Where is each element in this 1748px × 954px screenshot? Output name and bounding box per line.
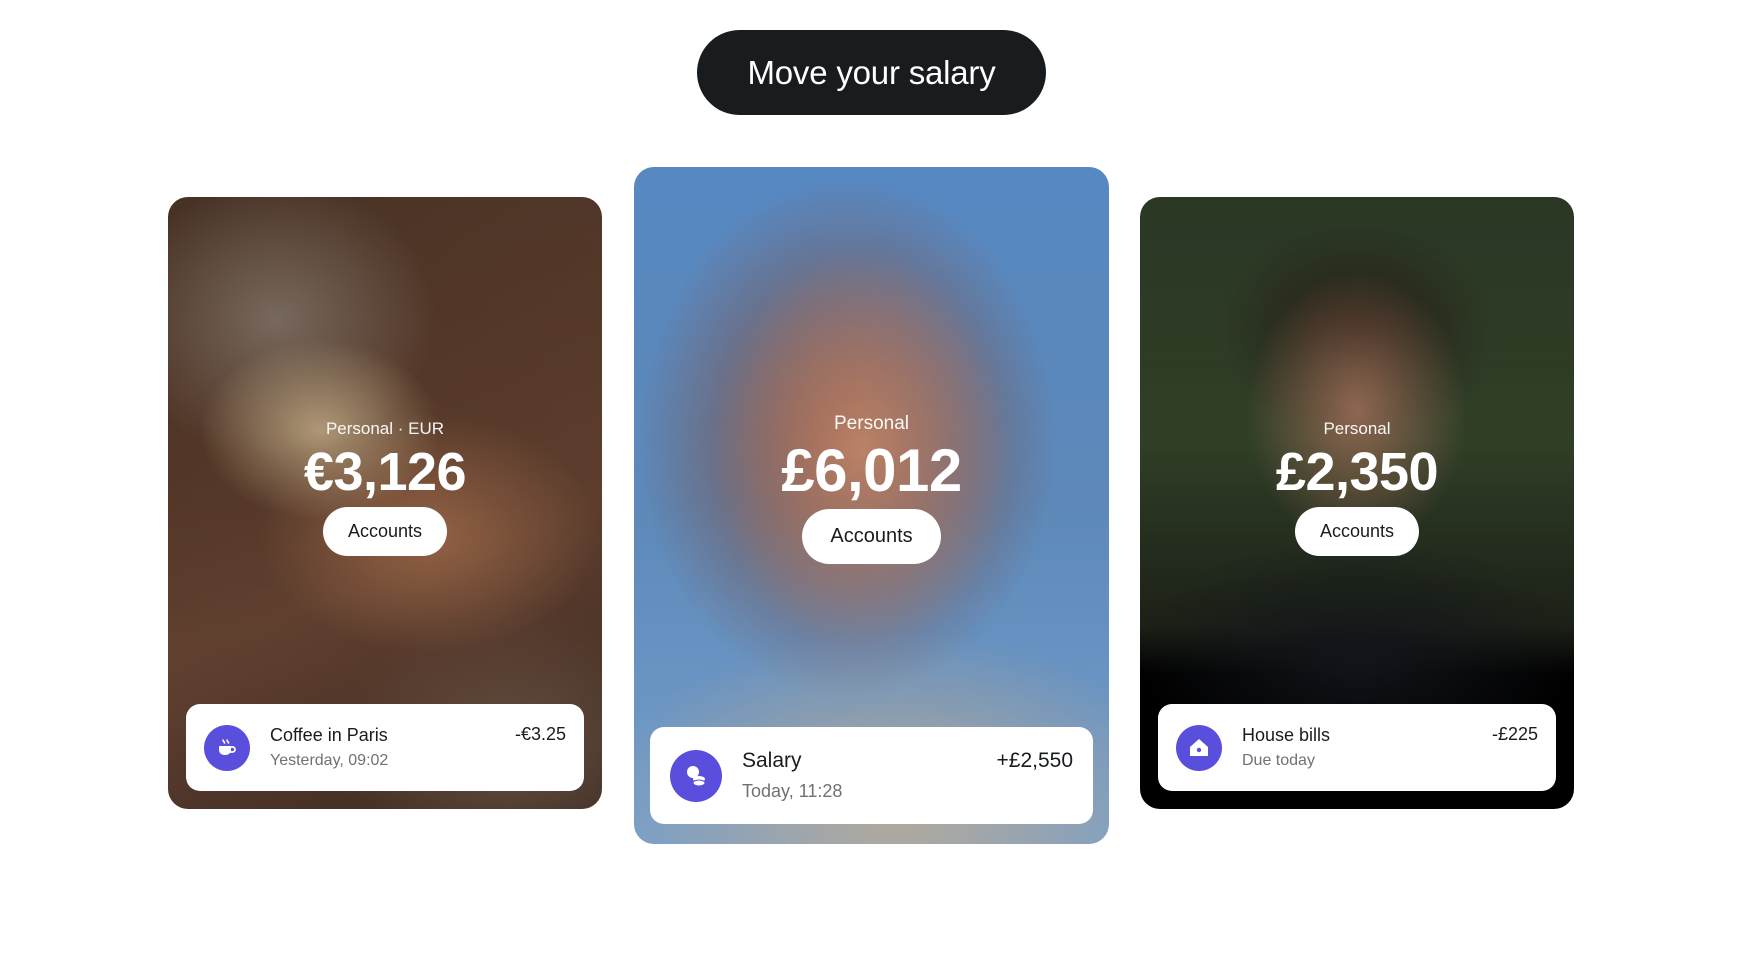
account-card-salary: Personal £6,012 Accounts Salary Today, 1… (634, 167, 1109, 844)
account-label: Personal · EUR (325, 419, 445, 438)
transaction-item[interactable]: House bills Due today -£225 (1158, 704, 1556, 791)
page: Move your salary Personal · EUR €3,126 A… (0, 0, 1748, 954)
move-your-salary-button[interactable]: Move your salary (697, 30, 1046, 115)
transaction-time: Yesterday, 09:02 (270, 752, 389, 769)
accounts-button[interactable]: Accounts (1294, 507, 1420, 556)
transaction-amount: -€3.25 (514, 724, 566, 744)
balance-amount: £2,350 (1275, 442, 1439, 502)
transaction-text: Salary Today, 11:28 (742, 749, 997, 802)
balance-block: Personal £6,012 Accounts (634, 413, 1109, 564)
transaction-title: Coffee in Paris (270, 725, 388, 745)
balance-amount: €3,126 (303, 442, 467, 502)
transaction-title: House bills (1242, 725, 1331, 745)
coins-icon (670, 749, 722, 802)
transaction-time: Today, 11:28 (742, 781, 843, 801)
balance-amount: £6,012 (781, 437, 962, 504)
transaction-item[interactable]: Coffee in Paris Yesterday, 09:02 -€3.25 (186, 704, 584, 791)
transaction-text: House bills Due today (1242, 725, 1492, 770)
house-icon (1176, 724, 1222, 771)
transaction-amount: -£225 (1491, 724, 1538, 744)
account-label: Personal (834, 413, 909, 434)
account-label: Personal (1323, 419, 1391, 438)
account-card-house: Personal £2,350 Accounts House bills Due… (1140, 197, 1574, 809)
transaction-title: Salary (742, 749, 802, 772)
transaction-item[interactable]: Salary Today, 11:28 +£2,550 (650, 727, 1093, 824)
transaction-time: Due today (1242, 752, 1315, 769)
balance-block: Personal · EUR €3,126 Accounts (168, 419, 602, 556)
accounts-button[interactable]: Accounts (802, 509, 941, 564)
accounts-button[interactable]: Accounts (322, 507, 448, 556)
account-card-eur: Personal · EUR €3,126 Accounts Coffee in… (168, 197, 602, 809)
transaction-amount: +£2,550 (996, 749, 1074, 772)
coffee-cup-icon (204, 724, 250, 771)
transaction-text: Coffee in Paris Yesterday, 09:02 (270, 725, 515, 770)
balance-block: Personal £2,350 Accounts (1140, 419, 1574, 556)
